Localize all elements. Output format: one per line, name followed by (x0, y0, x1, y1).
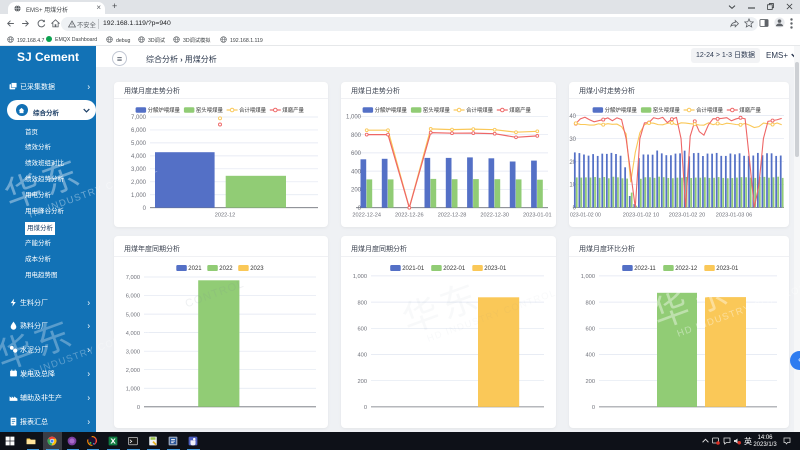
svg-text:窑头喂煤量: 窑头喂煤量 (196, 106, 224, 114)
svg-text:2021: 2021 (188, 266, 202, 272)
svg-text:2022-12: 2022-12 (675, 266, 698, 272)
svg-text:2021-01: 2021-01 (402, 266, 425, 272)
svg-text:0: 0 (137, 405, 140, 411)
svg-text:2022-12-24: 2022-12-24 (352, 213, 381, 219)
svg-text:6,000: 6,000 (126, 294, 140, 300)
svg-text:40: 40 (569, 114, 576, 120)
svg-text:7,000: 7,000 (126, 275, 140, 281)
svg-text:3,000: 3,000 (131, 167, 147, 173)
svg-text:2022-12-30: 2022-12-30 (480, 213, 509, 219)
svg-text:窑头喂煤量: 窑头喂煤量 (423, 106, 451, 114)
svg-text:窑头喂煤量: 窑头喂煤量 (653, 106, 681, 114)
svg-text:2022-12-26: 2022-12-26 (395, 213, 424, 219)
svg-text:煤磨产量: 煤磨产量 (739, 106, 761, 114)
svg-text:800: 800 (586, 300, 596, 306)
svg-text:3,000: 3,000 (126, 349, 140, 355)
svg-text:800: 800 (358, 300, 368, 306)
svg-text:1,000: 1,000 (581, 274, 595, 280)
svg-text:1,000: 1,000 (126, 386, 140, 392)
svg-text:2023-01: 2023-01 (484, 266, 507, 272)
svg-text:0: 0 (592, 405, 595, 411)
svg-text:2023-01-02 10: 2023-01-02 10 (623, 213, 659, 219)
svg-text:合计喂煤量: 合计喂煤量 (696, 106, 724, 114)
svg-text:2,000: 2,000 (131, 180, 147, 186)
svg-text:2022-12-28: 2022-12-28 (438, 213, 467, 219)
svg-text:7,000: 7,000 (131, 115, 147, 121)
svg-text:2023-01: 2023-01 (716, 266, 739, 272)
svg-text:2023-01-02 20: 2023-01-02 20 (669, 213, 705, 219)
svg-text:400: 400 (358, 353, 368, 359)
svg-text:煤磨产量: 煤磨产量 (282, 106, 304, 114)
svg-text:2023-01-01: 2023-01-01 (523, 213, 552, 219)
svg-text:2022-12: 2022-12 (215, 213, 236, 219)
svg-text:0: 0 (364, 405, 367, 411)
svg-text:600: 600 (586, 327, 596, 333)
svg-text:400: 400 (586, 353, 596, 359)
svg-text:200: 200 (358, 379, 368, 385)
svg-text:6,000: 6,000 (131, 128, 147, 134)
svg-text:800: 800 (351, 133, 362, 139)
svg-text:合计喂煤量: 合计喂煤量 (239, 106, 267, 114)
svg-text:合计喂煤量: 合计喂煤量 (466, 106, 494, 114)
svg-text:1,000: 1,000 (353, 274, 367, 280)
svg-text:2022: 2022 (219, 266, 233, 272)
svg-text:4,000: 4,000 (131, 154, 147, 160)
svg-text:200: 200 (351, 188, 362, 194)
svg-text:0: 0 (143, 206, 147, 212)
svg-text:2,000: 2,000 (126, 368, 140, 374)
svg-text:5,000: 5,000 (126, 312, 140, 318)
svg-text:2023-01-03 06: 2023-01-03 06 (716, 213, 752, 219)
svg-text:023-01-02 00: 023-01-02 00 (570, 213, 601, 219)
svg-text:分解炉喂煤量: 分解炉喂煤量 (148, 106, 181, 114)
svg-text:30: 30 (569, 137, 576, 143)
svg-text:2022-11: 2022-11 (634, 266, 656, 272)
svg-text:4,000: 4,000 (126, 331, 140, 337)
svg-text:1,000: 1,000 (346, 115, 362, 121)
svg-text:2022-01: 2022-01 (443, 266, 466, 272)
svg-text:分解炉喂煤量: 分解炉喂煤量 (375, 106, 408, 114)
svg-text:2023: 2023 (250, 266, 264, 272)
svg-text:200: 200 (586, 379, 596, 385)
svg-text:400: 400 (351, 169, 362, 175)
svg-text:分解炉喂煤量: 分解炉喂煤量 (605, 106, 638, 114)
svg-text:煤磨产量: 煤磨产量 (509, 106, 531, 114)
svg-text:5,000: 5,000 (131, 141, 147, 147)
svg-text:600: 600 (351, 151, 362, 157)
svg-text:1,000: 1,000 (131, 193, 147, 199)
svg-text:600: 600 (358, 327, 368, 333)
